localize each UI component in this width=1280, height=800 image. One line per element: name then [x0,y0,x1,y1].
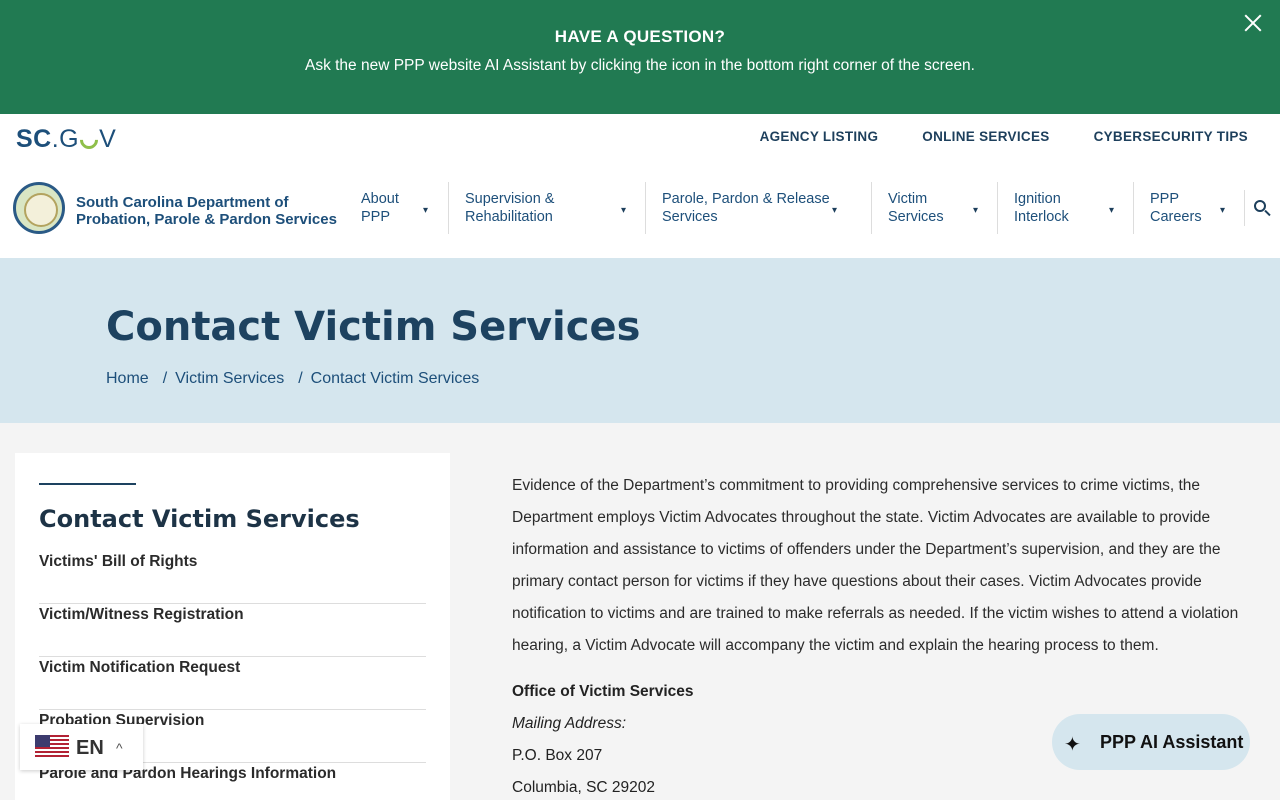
nav-label: Victim [888,191,928,207]
utility-links: AGENCY LISTING ONLINE SERVICES CYBERSECU… [760,129,1248,144]
breadcrumb-victim-services[interactable]: Victim Services [175,370,284,387]
sidebar-title: Contact Victim Services [39,505,360,533]
nav-label: Rehabilitation [465,209,553,225]
online-services-link[interactable]: ONLINE SERVICES [922,129,1049,144]
search-icon-handle [1264,209,1271,217]
nav-label: PPP [1150,191,1180,207]
office-title: Office of Victim Services [512,683,694,700]
state-seal-logo[interactable] [13,182,65,234]
breadcrumb-home[interactable]: Home [106,370,149,387]
breadcrumb-separator: / [298,370,303,387]
nav-item-ignition-interlock[interactable]: Ignition Interlock ▾ [997,182,1133,234]
breadcrumb: Home / Victim Services / Contact Victim Serv… [106,370,485,388]
nav-item-parole-pardon[interactable]: Parole, Pardon & Release Services ▾ [645,182,871,234]
search-button[interactable] [1244,190,1276,226]
scgov-logo-sc: SC [16,125,52,153]
agency-listing-link[interactable]: AGENCY LISTING [760,129,879,144]
ai-assistant-button[interactable]: ✦ PPP AI Assistant [1052,714,1250,770]
scgov-logo-v: V [99,125,117,153]
breadcrumb-separator: / [162,370,168,387]
main-nav: About PPP ▾ Supervision & Rehabilitation… [345,182,1244,234]
ai-assistant-label: PPP AI Assistant [1100,732,1244,752]
caret-down-icon: ▾ [621,205,627,216]
chevron-up-icon: ^ [116,740,123,756]
us-flag-icon [35,735,69,759]
caret-down-icon: ▾ [423,205,429,216]
nav-label: Parole, Pardon & Release [662,191,830,207]
intro-paragraph: Evidence of the Department’s commitment … [512,477,1239,654]
caret-down-icon: ▾ [1109,205,1115,216]
nav-label: About [361,191,399,207]
language-selector[interactable]: EN ^ [20,724,143,770]
cybersecurity-tips-link[interactable]: CYBERSECURITY TIPS [1094,129,1248,144]
breadcrumb-current: Contact Victim Services [310,370,480,387]
nav-label: Careers [1150,209,1202,225]
sidebar-rule [39,483,136,485]
nav-label: Services [888,209,944,225]
nav-item-ppp-careers[interactable]: PPP Careers ▾ [1133,182,1244,234]
caret-down-icon: ▾ [832,205,838,216]
nav-label: Interlock [1014,209,1069,225]
nav-item-victim-services[interactable]: Victim Services ▾ [871,182,997,234]
close-icon[interactable] [1240,10,1266,36]
sidebar-item-notification-request[interactable]: Victim Notification Request [39,657,426,710]
city-state-zip: Columbia, SC 29202 [512,779,656,796]
sidebar-item-bill-of-rights[interactable]: Victims' Bill of Rights [39,551,426,604]
nav-label: PPP [361,209,391,225]
nav-item-supervision[interactable]: Supervision & Rehabilitation ▾ [448,182,645,234]
agency-name-line1: South Carolina Department of [76,194,289,211]
caret-down-icon: ▾ [973,205,979,216]
banner-title: HAVE A QUESTION? [554,27,726,46]
scgov-logo-go: .G [51,125,80,153]
question-banner: HAVE A QUESTION? Ask the new PPP website… [0,0,1280,114]
page-title: Contact Victim Services [106,304,641,350]
nav-label: Ignition [1014,191,1061,207]
banner-text: Ask the new PPP website AI Assistant by … [304,57,975,74]
agency-name[interactable]: South Carolina Department of Probation, … [76,194,337,228]
nav-label: Services [662,209,718,225]
sparkle-icon: ✦ [1064,734,1081,756]
site-header: SC.G V AGENCY LISTING ONLINE SERVICES CYB… [0,114,1280,258]
nav-item-about-ppp[interactable]: About PPP ▾ [345,182,448,234]
sidebar-item-witness-registration[interactable]: Victim/Witness Registration [39,604,426,657]
caret-down-icon: ▾ [1220,205,1226,216]
scgov-logo[interactable]: SC.G V [16,125,116,154]
language-code: EN [76,737,104,759]
page-hero: Contact Victim Services Home / Victim Serv… [0,258,1280,423]
nav-label: Supervision & [465,191,555,207]
agency-name-line2: Probation, Parole & Pardon Services [76,211,337,228]
